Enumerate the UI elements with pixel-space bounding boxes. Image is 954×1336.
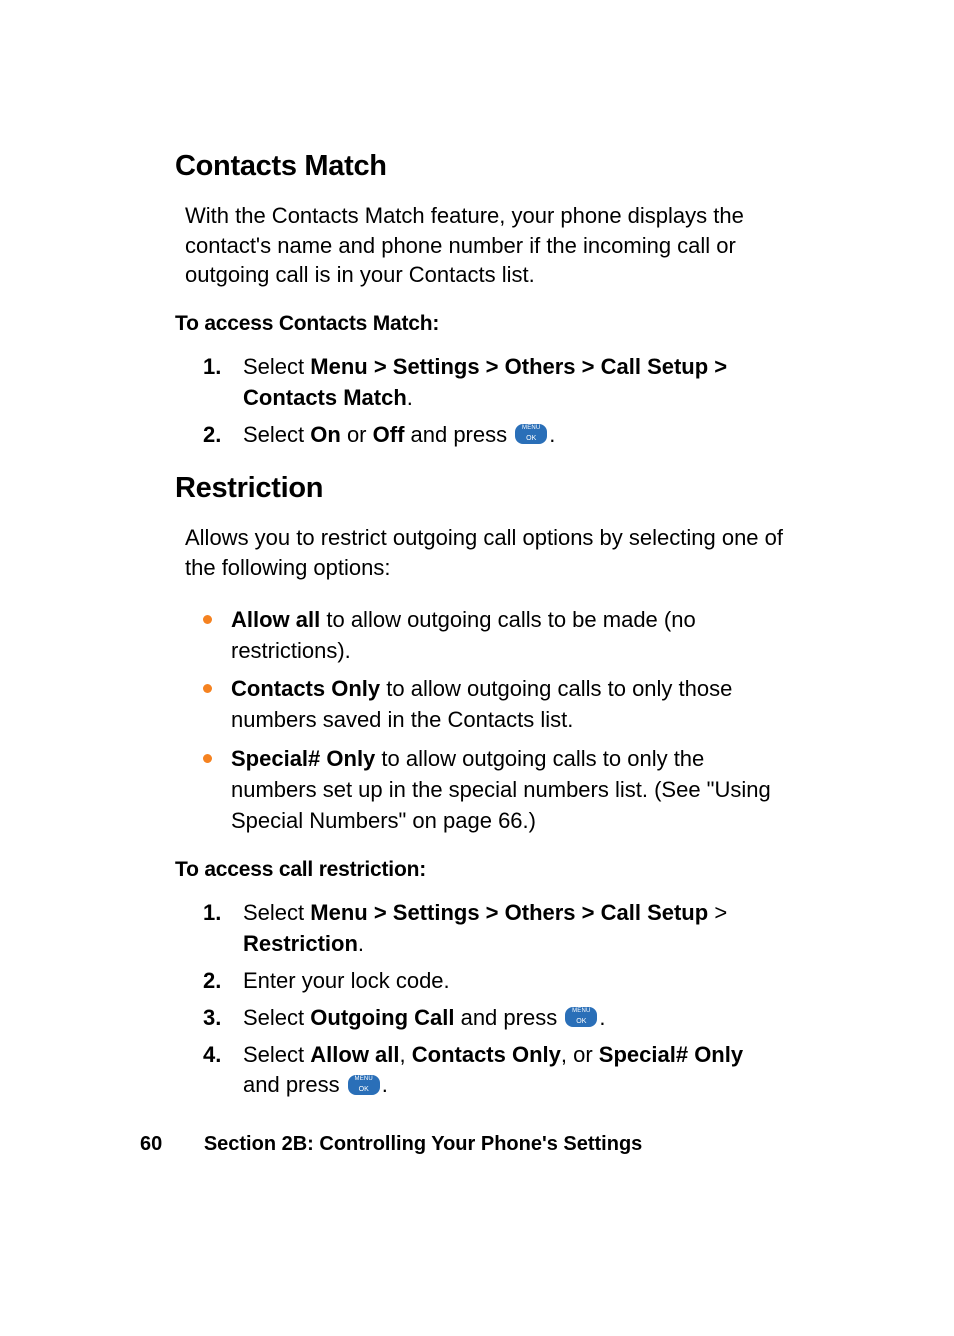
step-text: Select	[243, 354, 310, 379]
step-number: 3.	[203, 1003, 221, 1034]
step-text: ,	[400, 1042, 412, 1067]
menu-ok-key-icon	[348, 1075, 380, 1095]
step-number: 4.	[203, 1040, 221, 1071]
option-allow-all: Allow all	[310, 1042, 399, 1067]
heading-contacts-match: Contacts Match	[175, 150, 784, 183]
menu-ok-key-icon	[565, 1007, 597, 1027]
step-text: Select	[243, 900, 310, 925]
menu-ok-key-icon	[515, 424, 547, 444]
step-text: .	[358, 931, 364, 956]
step-text: .	[382, 1072, 388, 1097]
bullet-contacts-only: Contacts Only to allow outgoing calls to…	[197, 674, 784, 736]
steps-restriction: 1. Select Menu > Settings > Others > Cal…	[203, 898, 784, 1101]
step-number: 2.	[203, 966, 221, 997]
step-number: 2.	[203, 420, 221, 451]
intro-contacts-match: With the Contacts Match feature, your ph…	[185, 201, 784, 290]
page-footer: 60 Section 2B: Controlling Your Phone's …	[140, 1133, 642, 1156]
step-text: and press	[404, 422, 513, 447]
bullet-special-only: Special# Only to allow outgoing calls to…	[197, 744, 784, 836]
section-title: Section 2B: Controlling Your Phone's Set…	[204, 1133, 643, 1155]
option-allow-all: Allow all	[231, 607, 320, 632]
menu-path: Menu > Settings > Others > Call Setup > …	[243, 354, 727, 410]
step-r-4: 4. Select Allow all, Contacts Only, or S…	[203, 1040, 784, 1102]
intro-restriction: Allows you to restrict outgoing call opt…	[185, 523, 784, 582]
step-cm-2: 2. Select On or Off and press .	[203, 420, 784, 451]
menu-path: Restriction	[243, 931, 358, 956]
step-r-2: 2. Enter your lock code.	[203, 966, 784, 997]
leadin-restriction: To access call restriction:	[175, 858, 784, 882]
step-text: Select	[243, 1042, 310, 1067]
step-number: 1.	[203, 898, 221, 929]
manual-page: Contacts Match With the Contacts Match f…	[0, 0, 954, 1336]
option-contacts-only: Contacts Only	[412, 1042, 561, 1067]
step-text: Enter your lock code.	[243, 968, 450, 993]
step-number: 1.	[203, 352, 221, 383]
heading-restriction: Restriction	[175, 472, 784, 505]
step-text: Select	[243, 422, 310, 447]
option-on: On	[310, 422, 341, 447]
step-text: >	[708, 900, 727, 925]
option-off: Off	[373, 422, 405, 447]
option-special-only: Special# Only	[231, 746, 375, 771]
bullet-allow-all: Allow all to allow outgoing calls to be …	[197, 605, 784, 667]
step-cm-1: 1. Select Menu > Settings > Others > Cal…	[203, 352, 784, 414]
step-r-3: 3. Select Outgoing Call and press .	[203, 1003, 784, 1034]
step-text: .	[549, 422, 555, 447]
step-text: or	[341, 422, 373, 447]
step-text: .	[407, 385, 413, 410]
step-r-1: 1. Select Menu > Settings > Others > Cal…	[203, 898, 784, 960]
step-text: Select	[243, 1005, 310, 1030]
leadin-contacts-match: To access Contacts Match:	[175, 312, 784, 336]
step-text: , or	[561, 1042, 599, 1067]
step-text: and press	[243, 1072, 346, 1097]
bullet-list-restriction: Allow all to allow outgoing calls to be …	[197, 605, 784, 837]
option-special-only: Special# Only	[599, 1042, 743, 1067]
step-text: .	[599, 1005, 605, 1030]
option-contacts-only: Contacts Only	[231, 676, 380, 701]
steps-contacts-match: 1. Select Menu > Settings > Others > Cal…	[203, 352, 784, 450]
option-outgoing-call: Outgoing Call	[310, 1005, 454, 1030]
page-number: 60	[140, 1133, 162, 1155]
menu-path: Menu > Settings > Others > Call Setup	[310, 900, 708, 925]
step-text: and press	[454, 1005, 563, 1030]
